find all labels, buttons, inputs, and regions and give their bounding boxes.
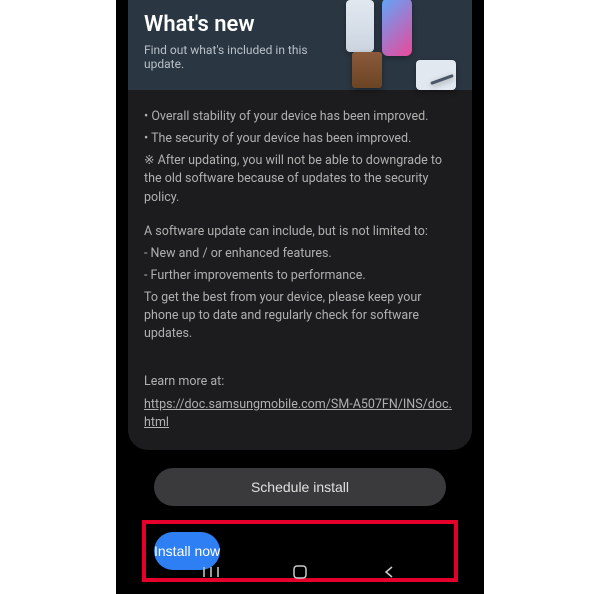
header-subtitle: Find out what's included in this update. <box>144 43 344 71</box>
bullet-security: • The security of your device has been i… <box>144 130 456 148</box>
home-icon <box>292 564 308 580</box>
include-intro: A software update can include, but is no… <box>144 223 456 241</box>
whats-new-header: What's new Find out what's included in t… <box>128 0 472 90</box>
promo-image-phone-gradient <box>382 0 412 56</box>
navigation-bar <box>116 554 484 590</box>
recents-icon <box>202 565 220 579</box>
update-description: • Overall stability of your device has b… <box>128 90 472 432</box>
promo-image-videocall <box>352 52 382 88</box>
learn-more-label: Learn more at: <box>144 373 456 391</box>
header-decorative-images <box>334 0 464 100</box>
learn-more-link[interactable]: https://doc.samsungmobile.com/SM-A507FN/… <box>144 397 452 430</box>
home-button[interactable] <box>280 557 320 587</box>
recents-button[interactable] <box>191 557 231 587</box>
include-outro: To get the best from your device, please… <box>144 289 456 343</box>
schedule-install-button[interactable]: Schedule install <box>154 468 446 506</box>
back-button[interactable] <box>369 557 409 587</box>
bullet-stability: • Overall stability of your device has b… <box>144 108 456 126</box>
downgrade-warning: ※ After updating, you will not be able t… <box>144 152 456 206</box>
back-icon <box>383 564 395 580</box>
include-item-features: - New and / or enhanced features. <box>144 245 456 263</box>
include-item-performance: - Further improvements to performance. <box>144 267 456 285</box>
promo-image-phone <box>346 0 374 52</box>
update-card: What's new Find out what's included in t… <box>128 0 472 450</box>
phone-screen: What's new Find out what's included in t… <box>116 0 484 594</box>
